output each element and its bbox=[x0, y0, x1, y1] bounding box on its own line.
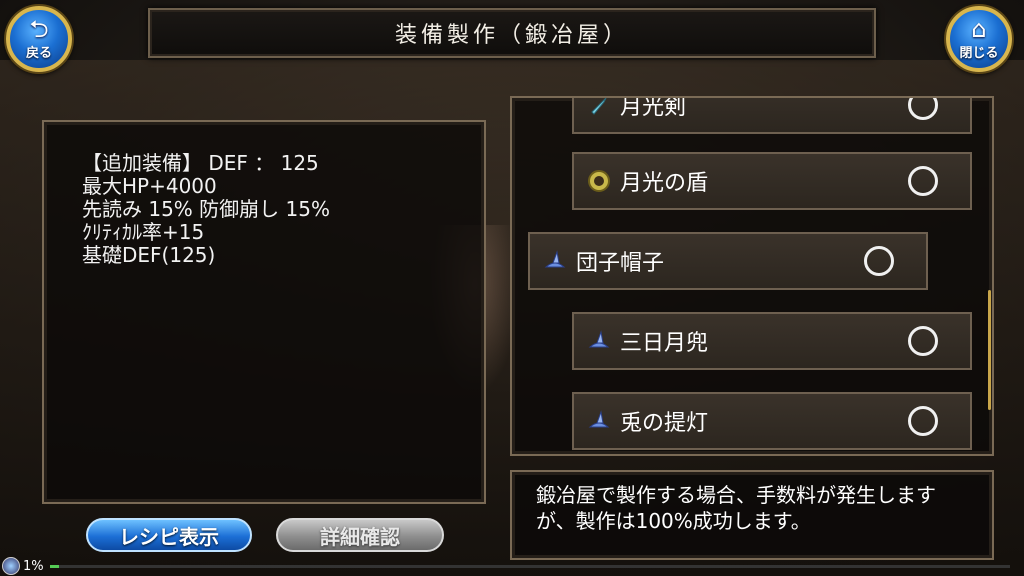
select-radio[interactable] bbox=[908, 166, 938, 196]
list-item[interactable]: 兎の提灯 bbox=[572, 392, 972, 450]
equipment-list[interactable]: 月光剣 月光の盾 団子帽子 三日月兜 兎の提灯 bbox=[510, 96, 994, 456]
close-button-label: 閉じる bbox=[959, 45, 999, 61]
title-bar: 装備製作（鍛冶屋） bbox=[148, 8, 876, 58]
stats-text: 【追加装備】 DEF ： 125 最大HP+4000 先読み 15% 防御崩し 15… bbox=[82, 152, 330, 267]
item-name: 月光剣 bbox=[620, 96, 687, 120]
item-name: 兎の提灯 bbox=[620, 411, 709, 436]
return-arrow-icon: ⮌ bbox=[29, 14, 49, 43]
item-name: 月光の盾 bbox=[620, 171, 709, 196]
recipe-button[interactable]: レシピ表示 bbox=[86, 518, 252, 552]
select-radio[interactable] bbox=[908, 98, 938, 120]
item-name: 団子帽子 bbox=[576, 251, 665, 276]
equipment-detail-panel: 【追加装備】 DEF ： 125 最大HP+4000 先読み 15% 防御崩し 15… bbox=[42, 120, 486, 504]
close-button[interactable]: ⌂ 閉じる bbox=[946, 6, 1012, 72]
select-radio[interactable] bbox=[908, 326, 938, 356]
hat-icon bbox=[586, 328, 612, 354]
list-item-highlighted[interactable]: 団子帽子 bbox=[528, 232, 928, 290]
back-button[interactable]: ⮌ 戻る bbox=[6, 6, 72, 72]
stat-line: 最大HP+4000 bbox=[82, 174, 217, 198]
hat-icon bbox=[586, 408, 612, 434]
globe-icon bbox=[2, 557, 20, 575]
progress-fill bbox=[49, 564, 60, 568]
sword-icon bbox=[586, 98, 612, 118]
home-icon: ⌂ bbox=[971, 14, 987, 43]
item-name: 三日月兜 bbox=[620, 331, 709, 356]
status-bar: 1% bbox=[2, 556, 1010, 576]
stat-line: 先読み 15% 防御崩し 15% bbox=[82, 197, 330, 221]
hat-icon bbox=[542, 248, 568, 274]
list-item[interactable]: 三日月兜 bbox=[572, 312, 972, 370]
progress-bar bbox=[49, 564, 1010, 568]
list-item[interactable]: 月光剣 bbox=[572, 96, 972, 134]
select-radio[interactable] bbox=[908, 406, 938, 436]
stat-line: ｸﾘﾃｨｶﾙ率+15 bbox=[82, 220, 205, 244]
list-scrollbar[interactable] bbox=[988, 290, 991, 410]
stat-line: 【追加装備】 DEF ： 125 bbox=[82, 151, 319, 175]
page-title: 装備製作（鍛冶屋） bbox=[394, 23, 629, 48]
progress-percent: 1% bbox=[23, 558, 44, 574]
select-radio[interactable] bbox=[864, 246, 894, 276]
info-message-box: 鍛冶屋で製作する場合、手数料が発生しますが、製作は100%成功します。 bbox=[510, 470, 994, 560]
back-button-label: 戻る bbox=[25, 45, 52, 61]
shield-icon bbox=[586, 168, 612, 194]
details-button[interactable]: 詳細確認 bbox=[276, 518, 444, 552]
stat-line: 基礎DEF(125) bbox=[82, 243, 216, 267]
info-message-text: 鍛冶屋で製作する場合、手数料が発生しますが、製作は100%成功します。 bbox=[536, 483, 936, 533]
list-item[interactable]: 月光の盾 bbox=[572, 152, 972, 210]
